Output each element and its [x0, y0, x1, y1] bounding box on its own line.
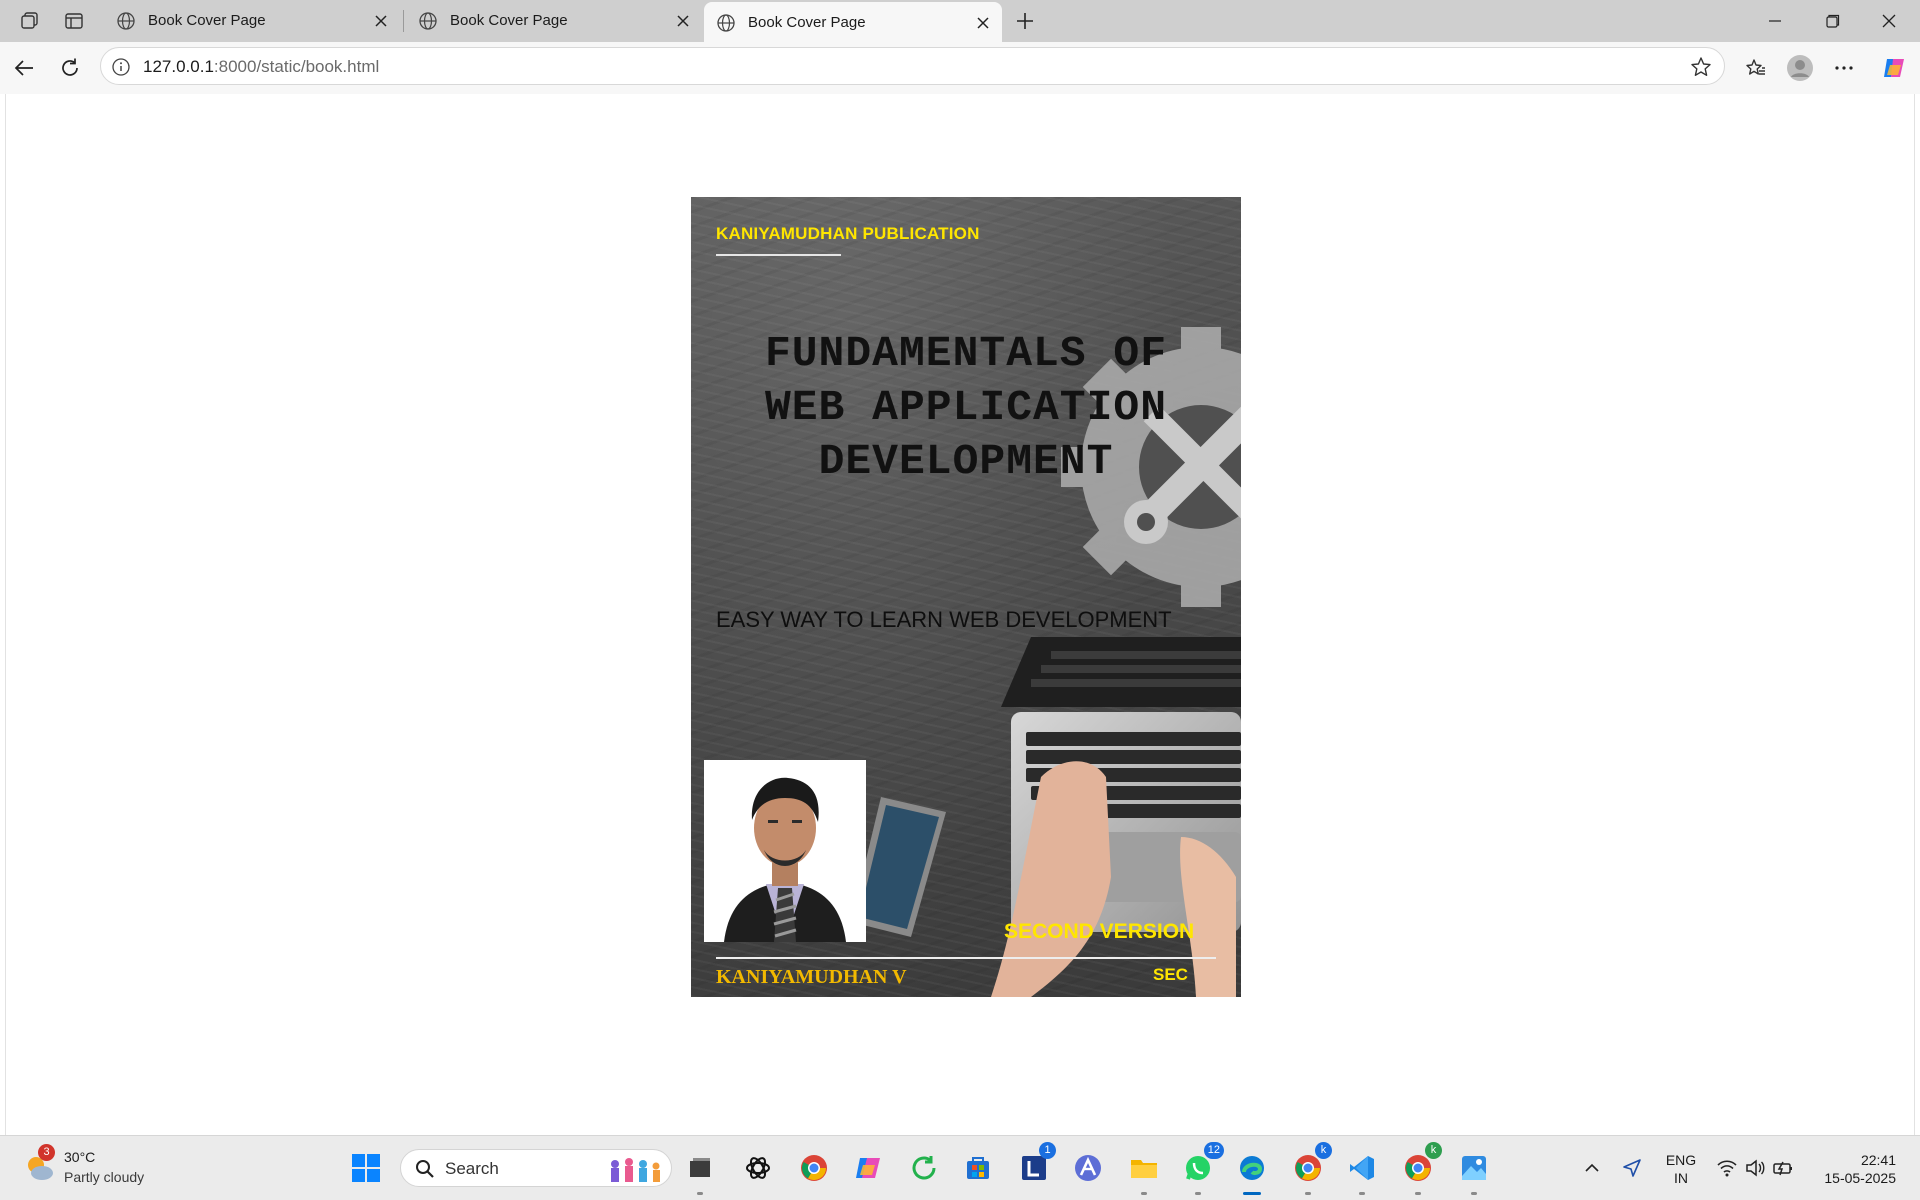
url-path: :8000/static/book.html — [213, 57, 380, 76]
running-indicator — [697, 1192, 703, 1195]
vscode-app[interactable] — [1344, 1150, 1380, 1195]
tab-strip: Book Cover Page Book Cover Page Book Cov… — [0, 0, 1920, 42]
chevron-up-icon[interactable] — [1574, 1150, 1610, 1186]
running-indicator — [1141, 1192, 1147, 1195]
browser-toolbar: 127.0.0.1:8000/static/book.html — [0, 42, 1920, 94]
taskbar: 3 30°C Partly cloudy Search 1 12 k k ENG… — [0, 1135, 1920, 1200]
close-icon[interactable] — [372, 12, 390, 30]
book-title: FUNDAMENTALS OF WEB APPLICATION DEVELOPM… — [721, 327, 1211, 489]
globe-icon — [716, 13, 736, 37]
close-icon[interactable] — [974, 14, 992, 32]
weather-temp: 30°C — [64, 1149, 96, 1165]
volume-icon[interactable] — [1740, 1150, 1770, 1186]
minimize-icon[interactable] — [1752, 6, 1798, 36]
running-indicator — [1471, 1192, 1477, 1195]
start-button[interactable] — [348, 1150, 384, 1186]
tab-2[interactable]: Book Cover Page — [406, 0, 702, 42]
tab-3-active[interactable]: Book Cover Page — [704, 2, 1002, 42]
back-icon[interactable] — [8, 52, 40, 84]
language-line-2: IN — [1674, 1170, 1688, 1186]
edge-app[interactable] — [1234, 1150, 1270, 1195]
chrome-profile-app[interactable]: k — [1290, 1142, 1332, 1195]
battery-icon[interactable] — [1768, 1150, 1798, 1186]
tab-1[interactable]: Book Cover Page — [104, 0, 400, 42]
search-icon — [416, 1160, 434, 1178]
whatsapp-app[interactable]: 12 — [1180, 1142, 1224, 1195]
clock-time: 22:41 — [1860, 1152, 1896, 1168]
favorites-icon[interactable] — [1740, 52, 1772, 84]
chrome-profile-app-2[interactable]: k — [1400, 1142, 1442, 1195]
tab-title: Book Cover Page — [748, 14, 866, 31]
copilot-icon[interactable] — [1878, 52, 1910, 84]
search-label: Search — [445, 1159, 499, 1178]
title-line: FUNDAMENTALS OF — [764, 329, 1168, 378]
running-indicator — [1305, 1192, 1311, 1195]
restore-icon[interactable] — [1810, 6, 1856, 36]
page-viewport: KANIYAMUDHAN PUBLICATION FUNDAMENTALS OF… — [5, 94, 1915, 1135]
profile-badge: k — [1315, 1142, 1332, 1159]
running-indicator — [1415, 1192, 1421, 1195]
chrome-app[interactable] — [796, 1150, 832, 1186]
book-subtitle: EASY WAY TO LEARN WEB DEVELOPMENT — [716, 607, 1172, 632]
refresh-icon[interactable] — [54, 52, 86, 84]
running-indicator — [1359, 1192, 1365, 1195]
author-name: KANIYAMUDHAN V — [716, 966, 907, 988]
favorite-star-icon[interactable] — [1690, 56, 1712, 83]
institute-label: SEC — [1153, 965, 1188, 984]
version-label: SECOND VERSION — [1004, 920, 1195, 943]
weather-badge: 3 — [38, 1144, 55, 1161]
globe-icon — [116, 11, 136, 35]
tab-title: Book Cover Page — [450, 12, 568, 29]
wifi-icon[interactable] — [1712, 1150, 1742, 1186]
close-icon[interactable] — [674, 12, 692, 30]
arc-app[interactable] — [1070, 1150, 1106, 1186]
task-view-app[interactable] — [682, 1150, 718, 1195]
url-host: 127.0.0.1 — [143, 57, 214, 76]
outlook-app[interactable]: 1 — [1016, 1142, 1056, 1186]
profile-avatar-icon[interactable] — [1784, 52, 1816, 84]
globe-icon — [418, 11, 438, 35]
phone-illustration — [851, 797, 946, 937]
title-line: WEB APPLICATION — [764, 383, 1168, 432]
whatsapp-badge: 12 — [1203, 1142, 1224, 1159]
new-tab-button[interactable] — [1010, 6, 1040, 36]
taskbar-search[interactable]: Search — [400, 1149, 672, 1187]
profile-badge: k — [1425, 1142, 1442, 1159]
close-window-icon[interactable] — [1866, 6, 1912, 36]
search-highlight-icon — [611, 1158, 660, 1182]
location-arrow-icon[interactable] — [1614, 1150, 1650, 1186]
tab-separator — [403, 10, 404, 32]
chatgpt-app[interactable] — [740, 1150, 776, 1186]
author-photo — [704, 760, 866, 942]
footer-divider — [716, 957, 1216, 959]
site-info-icon[interactable] — [111, 57, 131, 77]
clock-date: 15-05-2025 — [1824, 1170, 1896, 1186]
running-indicator — [1243, 1192, 1261, 1195]
workspaces-icon[interactable] — [14, 6, 46, 36]
publisher-underline — [716, 254, 841, 256]
copilot-app[interactable] — [850, 1150, 886, 1186]
running-indicator — [1195, 1192, 1201, 1195]
language-line-1: ENG — [1665, 1152, 1697, 1168]
outlook-badge: 1 — [1039, 1142, 1056, 1159]
language-indicator[interactable]: ENG IN — [1660, 1151, 1702, 1187]
tab-title: Book Cover Page — [148, 12, 266, 29]
microsoft-store-app[interactable] — [960, 1150, 996, 1186]
weather-condition: Partly cloudy — [64, 1169, 145, 1185]
weather-widget[interactable]: 3 30°C Partly cloudy — [20, 1144, 160, 1190]
taskbar-clock[interactable]: 22:41 15-05-2025 — [1824, 1151, 1896, 1187]
url-text[interactable]: 127.0.0.1:8000/static/book.html — [143, 57, 379, 77]
refresh-app[interactable] — [906, 1150, 942, 1186]
book-cover: KANIYAMUDHAN PUBLICATION FUNDAMENTALS OF… — [691, 197, 1241, 997]
more-options-icon[interactable] — [1828, 52, 1860, 84]
title-line: DEVELOPMENT — [818, 437, 1114, 486]
address-bar[interactable]: 127.0.0.1:8000/static/book.html — [100, 47, 1725, 85]
file-explorer-app[interactable] — [1126, 1150, 1162, 1195]
publisher-name: KANIYAMUDHAN PUBLICATION — [716, 224, 980, 243]
vertical-tabs-icon[interactable] — [58, 6, 90, 36]
photos-app[interactable] — [1456, 1150, 1492, 1195]
